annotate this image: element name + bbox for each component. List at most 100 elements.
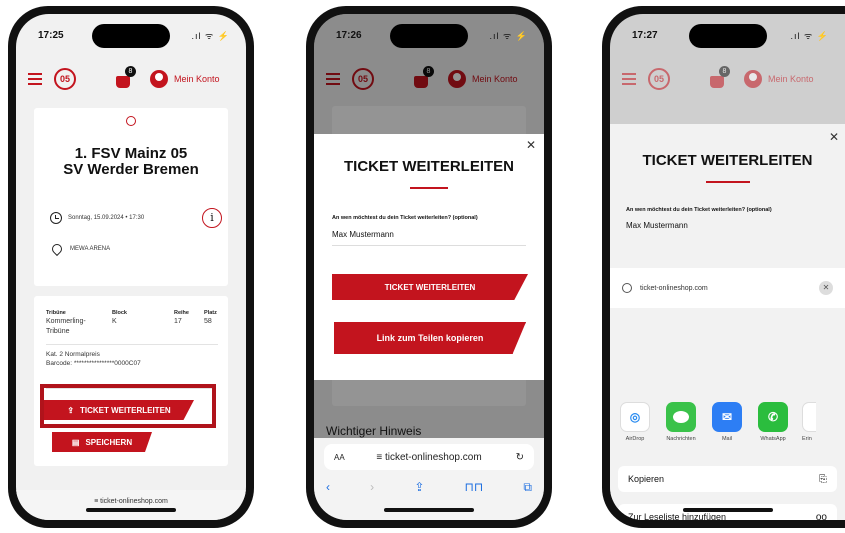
battery-icon: ⚡: [217, 31, 230, 41]
recipient-label: An wen möchtest du dein Ticket weiterlei…: [332, 215, 478, 221]
battery-icon: ⚡: [515, 31, 528, 41]
modal-title: TICKET WEITERLEITEN: [344, 158, 514, 175]
header-block: Block: [112, 310, 127, 316]
screen-2: 17:26 .ıl ᯤ ⚡ 05 8 Mein Konto Wichtiger …: [314, 14, 544, 520]
whatsapp-app[interactable]: ✆ WhatsApp: [756, 402, 790, 442]
more-app-icon: [802, 402, 816, 432]
url-bar[interactable]: ≡ ticket-onlineshop.com: [16, 490, 246, 520]
menu-icon[interactable]: [622, 73, 636, 85]
airdrop-icon: ◎: [620, 402, 650, 432]
match-card: 1. FSV Mainz 05 SV Werder Bremen Sonntag…: [34, 108, 228, 286]
url-bar[interactable]: AA ≡ ticket-onlineshop.com ↻: [324, 444, 534, 470]
dismiss-share-icon[interactable]: ✕: [819, 281, 833, 295]
modal-title: TICKET WEITERLEITEN: [642, 152, 813, 169]
whatsapp-label: WhatsApp: [760, 436, 786, 442]
messages-app[interactable]: Nachrichten: [664, 402, 698, 442]
reload-icon[interactable]: ↻: [516, 452, 524, 463]
category-row: Kat. 2 Normalpreis Barcode: ************…: [46, 344, 218, 367]
mail-label: Mail: [721, 436, 733, 442]
forward-ticket-button[interactable]: TICKET WEITERLEITEN: [332, 274, 528, 300]
forward-ticket-button[interactable]: ⇪ TICKET WEITERLEITEN: [44, 400, 194, 420]
away-team: SV Werder Bremen: [63, 161, 199, 178]
back-icon[interactable]: ‹: [326, 480, 330, 495]
top-nav: 05 8 Mein Konto: [16, 58, 246, 100]
status-time: 17:27: [632, 30, 658, 41]
seat-table: Tribüne Block Reihe Platz Kommerling- K …: [46, 310, 218, 367]
copy-label: Kopieren: [628, 474, 665, 484]
cart-icon[interactable]: 8: [710, 66, 730, 88]
cart-icon[interactable]: 8: [116, 66, 136, 88]
account-link[interactable]: Mein Konto: [174, 74, 220, 84]
share-url: ticket-onlineshop.com: [640, 284, 708, 292]
reading-list-action[interactable]: Zur Leseliste hinzufügen oo: [618, 504, 837, 520]
home-team: 1. FSV Mainz 05: [74, 145, 188, 162]
copy-action[interactable]: Kopieren ⎘: [618, 466, 837, 492]
reading-list-label: Zur Leseliste hinzufügen: [628, 512, 727, 520]
messages-label: Nachrichten: [666, 436, 696, 442]
copy-link-button[interactable]: Link zum Teilen kopieren: [334, 322, 526, 354]
more-app[interactable]: Erin: [802, 402, 816, 442]
mail-icon: ✉: [712, 402, 742, 432]
value-tribune-2: Tribüne: [46, 328, 70, 335]
recipient-input[interactable]: Max Mustermann: [626, 221, 845, 230]
compass-icon: [622, 283, 632, 293]
menu-icon[interactable]: [28, 73, 42, 85]
share-icon[interactable]: ⇪: [414, 480, 424, 495]
dynamic-island: [390, 24, 468, 48]
recipient-input[interactable]: Max Mustermann: [332, 230, 544, 239]
bookmarks-icon[interactable]: ⊓⊓: [465, 480, 484, 495]
venue: MEWA ARENA: [70, 246, 111, 252]
match-title: 1. FSV Mainz 05 SV Werder Bremen: [34, 146, 228, 178]
club-logo[interactable]: 05: [648, 68, 670, 90]
whatsapp-icon: ✆: [758, 402, 788, 432]
dynamic-island: [688, 24, 767, 48]
info-button[interactable]: i: [202, 208, 222, 228]
header-tribune: Tribüne: [46, 310, 66, 316]
stage: 17:25 .ıl ᯤ ⚡ 05 8 Mein Konto 1. FSV Mai…: [0, 0, 845, 533]
cart-count-badge: 8: [719, 66, 730, 77]
value-row: 17: [174, 318, 182, 325]
screen-1: 17:25 .ıl ᯤ ⚡ 05 8 Mein Konto 1. FSV Mai…: [16, 14, 246, 520]
close-icon[interactable]: ✕: [829, 130, 839, 144]
forward-icon[interactable]: ›: [370, 480, 374, 495]
url-text: ≡ ticket-onlineshop.com: [376, 451, 482, 463]
tabs-icon[interactable]: ⧉: [523, 480, 532, 495]
phone-3: 17:27 .ıl ᯤ ⚡ 05 8 Mein Konto ✕ TICKET W…: [602, 6, 845, 528]
title-underline: [410, 187, 448, 189]
copy-icon: ⎘: [819, 473, 827, 485]
reader-options-button[interactable]: AA: [334, 453, 345, 462]
dynamic-island: [92, 24, 170, 48]
account-link[interactable]: Mein Konto: [768, 74, 814, 84]
value-block: K: [112, 318, 117, 325]
glasses-icon: oo: [815, 511, 827, 521]
home-indicator: [682, 508, 773, 512]
save-label: SPEICHERN: [85, 437, 133, 447]
airdrop-app[interactable]: ◎ AirDrop: [618, 402, 652, 442]
airdrop-label: AirDrop: [625, 436, 645, 442]
value-seat: 58: [204, 318, 212, 325]
title-underline: [705, 181, 750, 183]
account-icon[interactable]: [150, 70, 168, 88]
messages-icon: [666, 402, 696, 432]
forward-modal: ✕ TICKET WEITERLEITEN An wen möchtest du…: [314, 134, 544, 380]
phone-1: 17:25 .ıl ᯤ ⚡ 05 8 Mein Konto 1. FSV Mai…: [8, 6, 254, 528]
home-indicator: [384, 508, 474, 512]
browser-nav: ‹ › ⇪ ⊓⊓ ⧉: [326, 480, 532, 495]
save-button[interactable]: ▤ SPEICHERN: [52, 432, 152, 452]
clock-icon: [50, 212, 62, 224]
club-logo[interactable]: 05: [54, 68, 76, 90]
status-time: 17:25: [38, 30, 64, 41]
date-row: Sonntag, 15.09.2024 • 17:30: [50, 212, 144, 224]
account-icon[interactable]: [744, 70, 762, 88]
forward-ticket-label: TICKET WEITERLEITEN: [80, 405, 171, 415]
header-seat: Platz: [204, 310, 217, 316]
recipient-label: An wen möchtest du dein Ticket weiterlei…: [626, 207, 772, 213]
top-nav: 05 8 Mein Konto: [610, 58, 845, 100]
mail-app[interactable]: ✉ Mail: [710, 402, 744, 442]
close-icon[interactable]: ✕: [526, 138, 536, 152]
more-app-label: Erin: [802, 436, 812, 442]
location-pin-icon: [49, 241, 65, 257]
header-row: Reihe: [174, 310, 189, 316]
value-tribune: Kommerling-: [46, 318, 86, 325]
status-time: 17:26: [336, 30, 362, 41]
